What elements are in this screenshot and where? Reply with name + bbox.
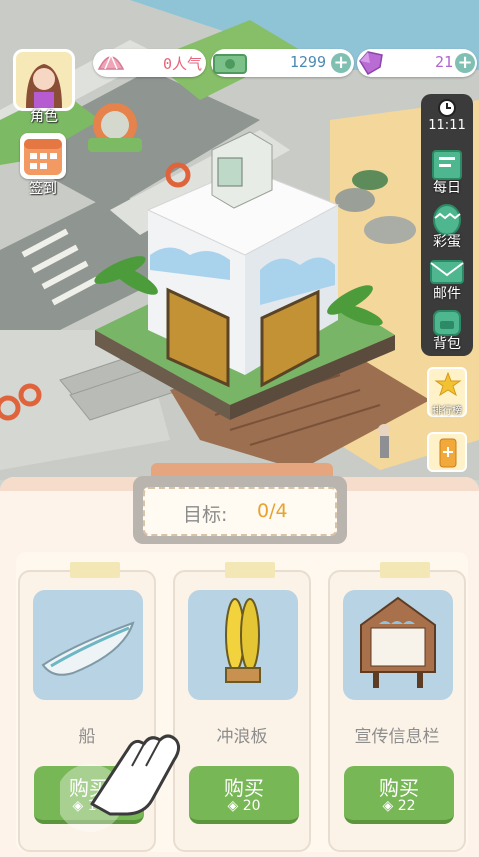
star-trophy-icon <box>434 371 462 397</box>
shop-item-card[interactable]: 宣传信息栏 购买 ◈ 22 <box>328 562 466 852</box>
shop-item-card[interactable]: 冲浪板 购买 ◈ 20 <box>173 562 311 852</box>
shell-icon <box>97 53 125 70</box>
item-image-bulletin-board <box>343 590 453 700</box>
avatar-portrait <box>16 52 72 108</box>
cash-icon: ◈ <box>227 798 239 814</box>
card-tape <box>70 562 120 578</box>
ranking-label: 排行榜 <box>432 406 462 417</box>
easter-egg-button[interactable]: 彩蛋 <box>421 199 473 253</box>
daily-button[interactable]: 每日 <box>421 145 473 199</box>
item-name: 宣传信息栏 <box>354 727 440 747</box>
bag-button[interactable]: 背包 <box>421 301 473 355</box>
cash-icon: ◈ <box>382 798 394 814</box>
goal-progress: 0/4 <box>257 500 288 522</box>
daily-label: 每日 <box>433 180 461 196</box>
bag-label: 背包 <box>433 336 461 352</box>
buy-button[interactable]: 购买 ◈ 20 <box>189 766 299 824</box>
card-tape <box>225 562 275 578</box>
mail-button[interactable]: 邮件 <box>421 251 473 305</box>
buy-button[interactable]: 购买 ◈ 22 <box>344 766 454 824</box>
phone-icon <box>439 438 457 468</box>
clock-icon <box>438 99 456 117</box>
ranking-button[interactable]: 排行榜 <box>427 367 467 417</box>
buy-label: 购买 <box>379 776 419 800</box>
boat-icon <box>41 621 135 676</box>
item-price: ◈ 20 <box>189 798 299 814</box>
add-cash-button[interactable]: + <box>331 53 351 73</box>
price-value: 22 <box>397 798 416 814</box>
gem-icon <box>359 51 383 76</box>
buy-label: 购买 <box>224 776 264 800</box>
tutorial-hand-pointer <box>60 734 181 832</box>
cash-value: 1299 <box>289 53 326 71</box>
item-image-surfboard <box>188 590 298 700</box>
goal-box: 目标: 0/4 <box>143 487 337 536</box>
goal-label: 目标: <box>183 504 228 526</box>
surfboard-icon <box>225 598 261 683</box>
cash-icon <box>213 54 247 74</box>
mail-label: 邮件 <box>433 286 461 302</box>
item-name: 冲浪板 <box>216 727 268 747</box>
calendar-icon <box>24 139 62 175</box>
gem-value: 21 <box>434 53 453 71</box>
signin-calendar-button[interactable] <box>20 133 66 179</box>
clock-time: 11:11 <box>428 118 466 133</box>
item-price: ◈ 22 <box>344 798 454 814</box>
price-value: 20 <box>242 798 261 814</box>
bulletin-board-icon <box>360 596 436 688</box>
phone-button[interactable] <box>427 432 467 472</box>
character-label: 角色 <box>30 109 58 125</box>
clock-widget: 11:11 <box>421 94 473 138</box>
item-image-boat <box>33 590 143 700</box>
avatar-button[interactable] <box>13 49 75 111</box>
popularity-value: 0人气 <box>162 55 202 73</box>
signin-label: 签到 <box>29 181 57 197</box>
add-gems-button[interactable]: + <box>455 53 475 73</box>
egg-label: 彩蛋 <box>433 234 461 250</box>
card-tape <box>380 562 430 578</box>
